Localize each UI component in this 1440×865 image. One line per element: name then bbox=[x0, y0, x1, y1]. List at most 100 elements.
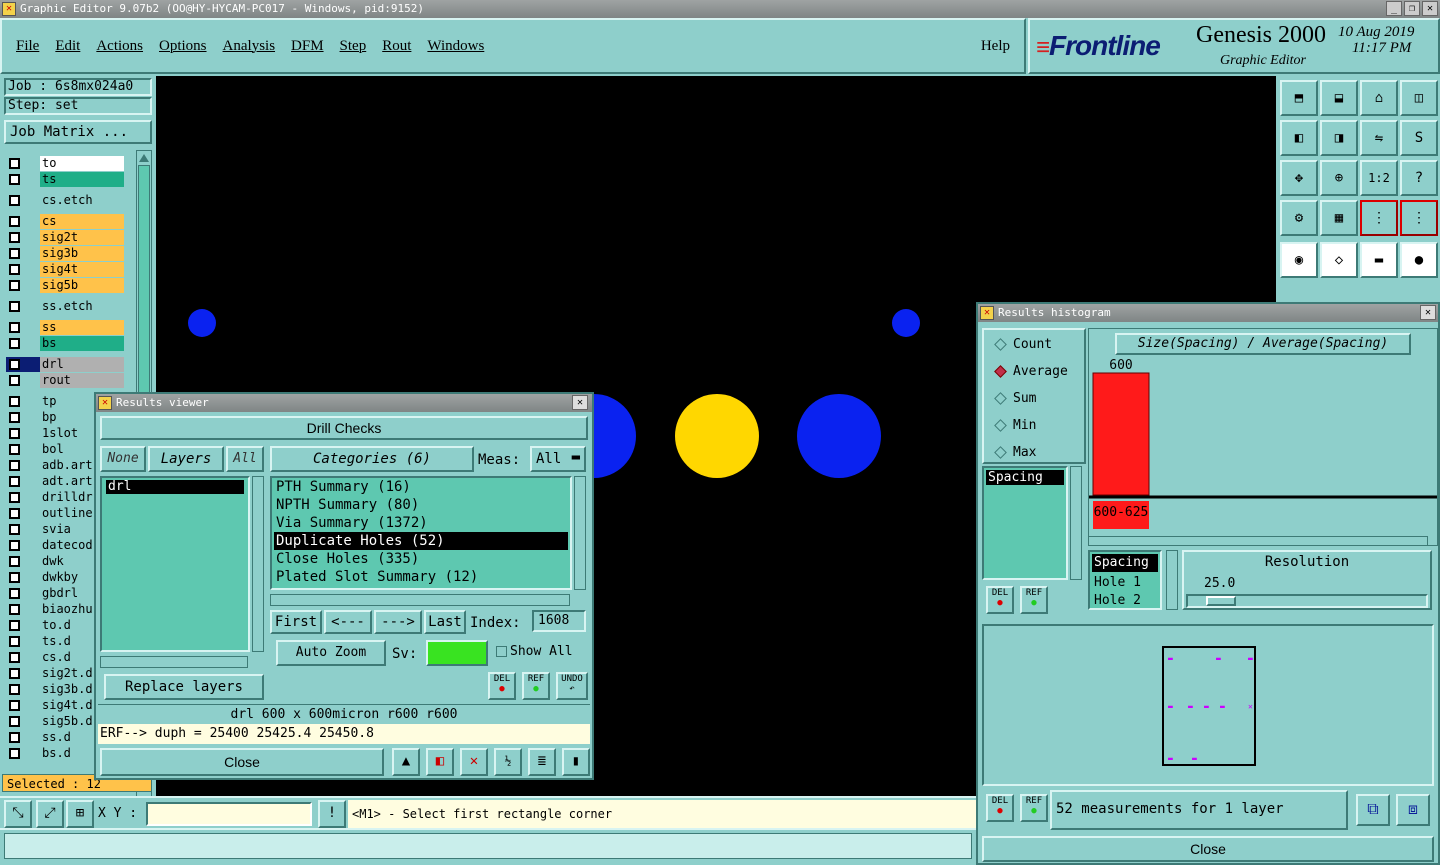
layer-checkbox[interactable] bbox=[9, 264, 20, 275]
next-button[interactable]: ---> bbox=[374, 610, 422, 634]
layer-checkbox[interactable] bbox=[9, 716, 20, 727]
close-button[interactable]: Close bbox=[100, 748, 384, 776]
layer-row-sig2t[interactable]: sig2t bbox=[6, 230, 124, 245]
layer-row-sig4t[interactable]: sig4t bbox=[6, 262, 124, 277]
layer-checkbox[interactable] bbox=[9, 338, 20, 349]
radio-icon[interactable] bbox=[994, 392, 1007, 405]
all-button[interactable]: All bbox=[226, 446, 264, 472]
layer-row-rout[interactable]: rout bbox=[6, 373, 124, 388]
scale-tool-icon[interactable]: ⤢ bbox=[36, 800, 64, 828]
index-input[interactable]: 1608 bbox=[532, 610, 586, 632]
fit-icon[interactable]: ✥ bbox=[1280, 160, 1318, 196]
layer-result-item[interactable]: drl bbox=[106, 480, 244, 494]
category-scrollbar[interactable] bbox=[574, 476, 586, 590]
layer-checkbox[interactable] bbox=[9, 508, 20, 519]
radio-icon[interactable] bbox=[994, 446, 1007, 459]
center-icon[interactable]: ⊕ bbox=[1320, 160, 1358, 196]
layer-list-scrollbar[interactable] bbox=[252, 476, 264, 652]
draw-icon[interactable]: ◇ bbox=[1320, 242, 1358, 278]
layer-checkbox[interactable] bbox=[9, 556, 20, 567]
histogram-list[interactable]: Spacing bbox=[982, 466, 1068, 580]
grid-tool-icon[interactable]: ⊞ bbox=[66, 800, 94, 828]
layer-row-sig3b[interactable]: sig3b bbox=[6, 246, 124, 261]
layer-name[interactable]: ss.etch bbox=[40, 299, 124, 314]
menu-dfm[interactable]: DFM bbox=[291, 38, 324, 55]
menu-windows[interactable]: Windows bbox=[427, 38, 484, 55]
undo-button[interactable]: UNDO ↶ bbox=[556, 672, 588, 700]
del-button[interactable]: DEL ● bbox=[488, 672, 516, 700]
category-item[interactable]: PTH Summary (16) bbox=[274, 478, 568, 496]
slider-thumb[interactable] bbox=[1206, 596, 1236, 606]
radio-icon[interactable] bbox=[994, 338, 1007, 351]
pad-icon[interactable]: ● bbox=[1400, 242, 1438, 278]
snap-icon[interactable]: S bbox=[1400, 120, 1438, 156]
no-ref-icon[interactable]: ✕ bbox=[460, 748, 488, 776]
histogram-list-scrollbar[interactable] bbox=[1070, 466, 1082, 580]
layer-checkbox[interactable] bbox=[9, 375, 20, 386]
field-list-scrollbar[interactable] bbox=[1166, 550, 1178, 610]
chart-hscrollbar[interactable] bbox=[1088, 536, 1428, 546]
radio-icon[interactable] bbox=[994, 419, 1007, 432]
minimize-icon[interactable]: _ bbox=[1386, 1, 1402, 16]
layer-checkbox[interactable] bbox=[9, 322, 20, 333]
category-item[interactable]: Plated Slot Summary (12) bbox=[274, 568, 568, 586]
meas-dropdown[interactable]: All ▬ bbox=[530, 446, 586, 472]
grid-icon[interactable]: ▦ bbox=[1320, 200, 1358, 236]
bottom-ref-button[interactable]: REF ● bbox=[1020, 794, 1048, 822]
category-item[interactable]: Duplicate Holes (52) bbox=[274, 532, 568, 550]
close-window-icon[interactable]: ✕ bbox=[1422, 1, 1438, 16]
layer-checkbox[interactable] bbox=[9, 359, 20, 370]
report-icon[interactable]: ≣ bbox=[528, 748, 556, 776]
layer-row-ss[interactable]: ss bbox=[6, 320, 124, 335]
close-histogram-icon[interactable]: ✕ bbox=[1420, 305, 1436, 320]
histogram-list-item[interactable]: Spacing bbox=[986, 470, 1064, 485]
layer-hscrollbar[interactable] bbox=[100, 656, 248, 668]
layer-row-ts[interactable]: ts bbox=[6, 172, 124, 187]
layer-name[interactable]: cs.etch bbox=[40, 193, 124, 208]
window-icon[interactable]: ◫ bbox=[1400, 80, 1438, 116]
mirror-icon[interactable]: ⇋ bbox=[1360, 120, 1398, 156]
bottom-del-button[interactable]: DEL ● bbox=[986, 794, 1014, 822]
layer-checkbox[interactable] bbox=[9, 588, 20, 599]
zoom-home-icon[interactable]: ⬒ bbox=[1280, 80, 1318, 116]
layer-checkbox[interactable] bbox=[9, 301, 20, 312]
histogram-tool-icon[interactable]: ▲ bbox=[392, 748, 420, 776]
layer-name[interactable]: drl bbox=[40, 357, 124, 372]
alert-icon[interactable]: ! bbox=[318, 800, 346, 828]
split-icon[interactable]: ½ bbox=[494, 748, 522, 776]
layer-name[interactable]: sig3b bbox=[40, 246, 124, 261]
hist-del-button[interactable]: DEL ● bbox=[986, 586, 1014, 614]
first-button[interactable]: First bbox=[270, 610, 322, 634]
menu-step[interactable]: Step bbox=[340, 38, 367, 55]
auto-zoom-dropdown[interactable]: Auto Zoom bbox=[276, 640, 386, 666]
categories-button[interactable]: Categories (6) bbox=[270, 446, 474, 472]
layer-checkbox[interactable] bbox=[9, 396, 20, 407]
histogram-bar[interactable] bbox=[1092, 372, 1150, 496]
layer-checkbox[interactable] bbox=[9, 604, 20, 615]
hist-ref-button[interactable]: REF ● bbox=[1020, 586, 1048, 614]
layer-name[interactable]: sig5b bbox=[40, 278, 124, 293]
layer-row-cs[interactable]: cs bbox=[6, 214, 124, 229]
layer-name[interactable]: bs bbox=[40, 336, 124, 351]
resize-icon[interactable]: ⤡ bbox=[4, 800, 32, 828]
layer-checkbox[interactable] bbox=[9, 652, 20, 663]
layer-checkbox[interactable] bbox=[9, 428, 20, 439]
layer-checkbox[interactable] bbox=[9, 195, 20, 206]
layer-checkbox[interactable] bbox=[9, 460, 20, 471]
layer-row-ss-etch[interactable]: ss.etch bbox=[6, 299, 124, 314]
select-icon[interactable]: ◉ bbox=[1280, 242, 1318, 278]
histogram-close-button[interactable]: Close bbox=[982, 836, 1434, 862]
export-icon[interactable]: ◧ bbox=[426, 748, 454, 776]
ref-button[interactable]: REF ● bbox=[522, 672, 550, 700]
scroll-up-icon[interactable] bbox=[139, 154, 149, 162]
field-item[interactable]: Hole 2 bbox=[1090, 592, 1160, 610]
radio-icon[interactable] bbox=[994, 365, 1007, 378]
layer-checkbox[interactable] bbox=[9, 524, 20, 535]
menu-analysis[interactable]: Analysis bbox=[223, 38, 276, 55]
layer-name[interactable]: sig2t bbox=[40, 230, 124, 245]
category-list[interactable]: PTH Summary (16) NPTH Summary (80) Via Sum… bbox=[270, 476, 572, 590]
menu-file[interactable]: File bbox=[16, 38, 39, 55]
layer-checkbox[interactable] bbox=[9, 216, 20, 227]
layer-checkbox[interactable] bbox=[9, 476, 20, 487]
category-item[interactable]: Via Summary (1372) bbox=[274, 514, 568, 532]
